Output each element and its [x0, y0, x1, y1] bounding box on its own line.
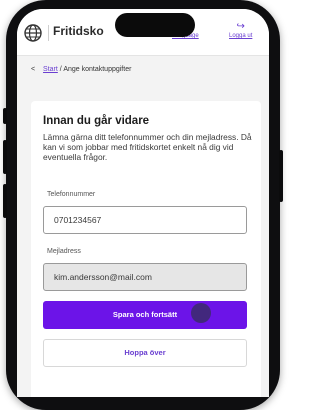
phone-input[interactable]: 0701234567	[43, 206, 247, 234]
phone-screen: Fritidsko 文A Language ↪ Logga ut < Start…	[17, 9, 269, 397]
breadcrumb-home-link[interactable]: Start	[43, 66, 58, 73]
chevron-left-icon[interactable]: <	[31, 66, 35, 73]
touch-cursor	[191, 303, 211, 323]
page-title: Innan du går vidare	[43, 115, 150, 127]
brand-divider	[48, 25, 49, 41]
email-input[interactable]: kim.andersson@mail.com	[43, 263, 247, 291]
power-button	[279, 150, 283, 202]
volume-up-button	[3, 140, 7, 174]
email-label: Mejladress	[47, 248, 81, 255]
skip-button[interactable]: Hoppa över	[43, 339, 247, 367]
globe-logo-icon[interactable]	[23, 23, 43, 43]
logout-icon: ↪	[236, 21, 245, 32]
phone-label: Telefonnummer	[47, 191, 96, 198]
form-description: Lämna gärna ditt telefonnummer och din m…	[43, 132, 252, 162]
breadcrumb-separator: /	[59, 66, 62, 73]
logout-button[interactable]: ↪ Logga ut	[229, 21, 252, 40]
logout-label: Logga ut	[229, 33, 253, 39]
breadcrumb: < Start / Ange kontaktuppgifter	[31, 66, 131, 73]
dynamic-island	[115, 13, 195, 37]
volume-down-button	[3, 184, 7, 218]
mute-switch	[3, 108, 7, 124]
contact-form-card: Innan du går vidare Lämna gärna ditt tel…	[31, 101, 261, 397]
save-and-continue-button[interactable]: Spara och fortsätt	[43, 301, 247, 329]
brand-name: Fritidsko	[53, 24, 104, 38]
breadcrumb-current: Ange kontaktuppgifter	[63, 66, 132, 73]
